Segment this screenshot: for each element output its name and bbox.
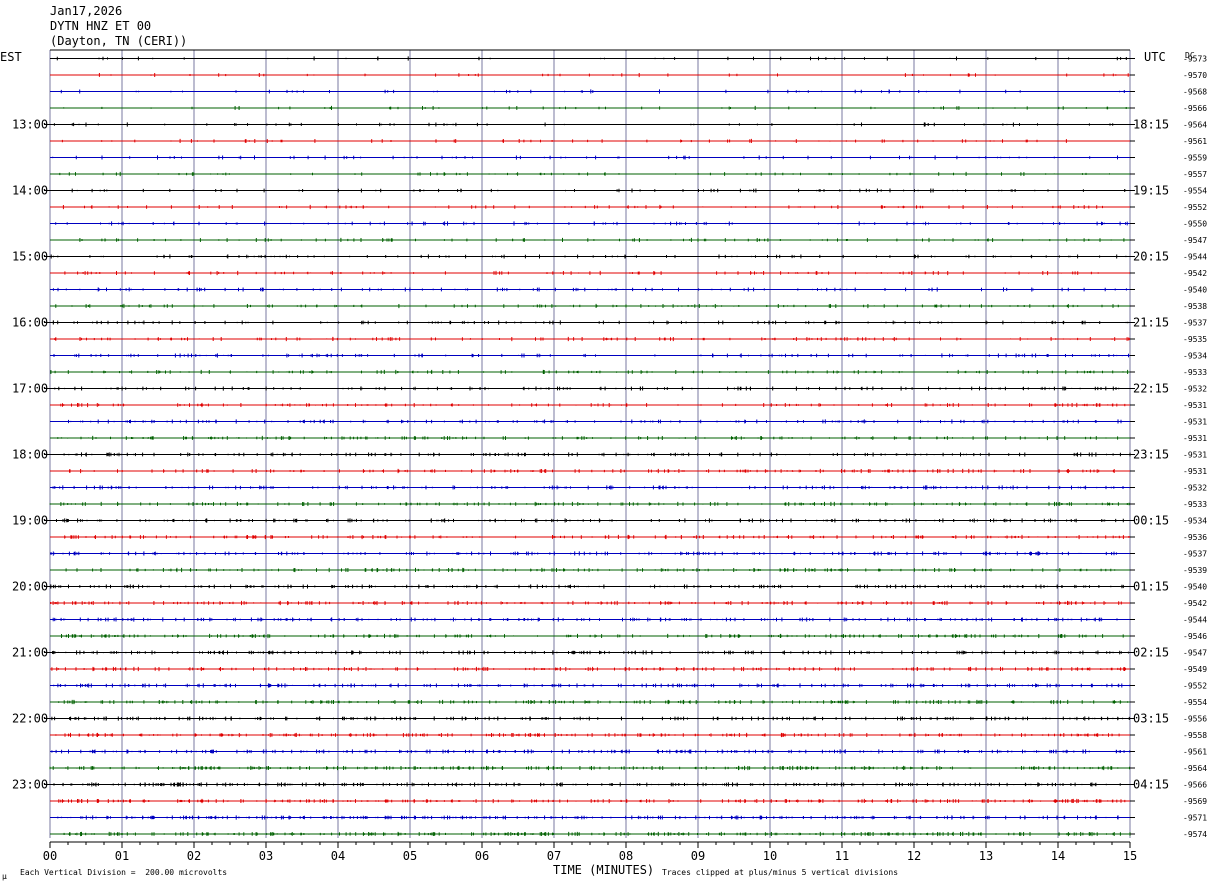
dc-offset-label: -9537 <box>1183 550 1207 559</box>
dc-offset-label: -9536 <box>1183 533 1207 542</box>
dc-offset-label: -9540 <box>1183 286 1207 295</box>
clip-note: Traces clipped at plus/minus 5 vertical … <box>662 868 899 877</box>
dc-offset-label: -9544 <box>1183 253 1207 262</box>
dc-offset-label: -9532 <box>1183 484 1207 493</box>
dc-offset-label: -9574 <box>1183 830 1207 839</box>
est-hour-label: 16:00 <box>12 316 48 330</box>
dc-offset-label: -9531 <box>1183 467 1207 476</box>
utc-hour-label: 20:15 <box>1133 250 1169 264</box>
est-hour-label: 17:00 <box>12 382 48 396</box>
dc-offset-label: -9566 <box>1183 104 1207 113</box>
dc-offset-label: -9531 <box>1183 401 1207 410</box>
dc-offset-label: -9564 <box>1183 121 1207 130</box>
est-hour-label: 13:00 <box>12 118 48 132</box>
x-tick-label: 09 <box>691 849 705 863</box>
x-tick-label: 08 <box>619 849 633 863</box>
x-tick-label: 06 <box>475 849 489 863</box>
utc-hour-label: 18:15 <box>1133 118 1169 132</box>
dc-offset-label: -9550 <box>1183 220 1207 229</box>
x-tick-label: 05 <box>403 849 417 863</box>
utc-hour-label: 19:15 <box>1133 184 1169 198</box>
est-hour-label: 21:00 <box>12 646 48 660</box>
est-hour-label: 15:00 <box>12 250 48 264</box>
utc-hour-label: 01:15 <box>1133 580 1169 594</box>
dc-offset-label: -9556 <box>1183 715 1207 724</box>
x-tick-label: 12 <box>907 849 921 863</box>
dc-offset-label: -9568 <box>1183 88 1207 97</box>
dc-offset-label: -9557 <box>1183 170 1207 179</box>
dc-offset-label: -9531 <box>1183 434 1207 443</box>
utc-hour-label: 22:15 <box>1133 382 1169 396</box>
scale-note: Each Vertical Division = 200.00 microvol… <box>20 868 228 877</box>
x-tick-label: 03 <box>259 849 273 863</box>
dc-offset-label: -9547 <box>1183 236 1207 245</box>
x-tick-label: 01 <box>115 849 129 863</box>
utc-hour-label: 23:15 <box>1133 448 1169 462</box>
dc-offset-label: -9535 <box>1183 335 1207 344</box>
dc-offset-label: -9559 <box>1183 154 1207 163</box>
dc-offset-label: -9537 <box>1183 319 1207 328</box>
utc-hour-label: 00:15 <box>1133 514 1169 528</box>
dc-offset-label: -9566 <box>1183 781 1207 790</box>
dc-offset-label: -9570 <box>1183 71 1207 80</box>
est-hour-label: 23:00 <box>12 778 48 792</box>
dc-offset-label: -9564 <box>1183 764 1207 773</box>
dc-offset-label: -9539 <box>1183 566 1207 575</box>
utc-hour-label: 02:15 <box>1133 646 1169 660</box>
dc-offset-label: -9561 <box>1183 748 1207 757</box>
dc-offset-label: -9573 <box>1183 55 1207 64</box>
corner-mark: μ <box>2 872 7 881</box>
dc-offset-label: -9552 <box>1183 203 1207 212</box>
helicorder-chart: -9573 -9570 -9568 -9566 -9564 -9561 -9559 -9557… <box>12 49 1207 863</box>
x-tick-label: 00 <box>43 849 57 863</box>
dc-offset-label: -9533 <box>1183 368 1207 377</box>
dc-offset-label: -9571 <box>1183 814 1207 823</box>
dc-offset-label: -9531 <box>1183 451 1207 460</box>
est-hour-label: 14:00 <box>12 184 48 198</box>
x-tick-label: 15 <box>1123 849 1137 863</box>
dc-offset-label: -9549 <box>1183 665 1207 674</box>
x-tick-label: 11 <box>835 849 849 863</box>
x-tick-label: 07 <box>547 849 561 863</box>
dc-offset-label: -9552 <box>1183 682 1207 691</box>
x-tick-label: 13 <box>979 849 993 863</box>
dc-offset-label: -9532 <box>1183 385 1207 394</box>
utc-hour-label: 21:15 <box>1133 316 1169 330</box>
dc-offset-label: -9558 <box>1183 731 1207 740</box>
dc-offset-label: -9546 <box>1183 632 1207 641</box>
dc-offset-label: -9569 <box>1183 797 1207 806</box>
x-tick-label: 02 <box>187 849 201 863</box>
dc-offset-label: -9540 <box>1183 583 1207 592</box>
utc-hour-label: 04:15 <box>1133 778 1169 792</box>
dc-offset-label: -9533 <box>1183 500 1207 509</box>
x-axis-label: TIME (MINUTES) <box>553 863 655 877</box>
dc-offset-label: -9542 <box>1183 599 1207 608</box>
est-hour-label: 20:00 <box>12 580 48 594</box>
est-hour-label: 22:00 <box>12 712 48 726</box>
dc-offset-label: -9554 <box>1183 187 1207 196</box>
dc-offset-label: -9538 <box>1183 302 1207 311</box>
est-hour-label: 18:00 <box>12 448 48 462</box>
x-tick-label: 10 <box>763 849 777 863</box>
dc-offset-label: -9542 <box>1183 269 1207 278</box>
dc-offset-label: -9561 <box>1183 137 1207 146</box>
dc-offset-label: -9554 <box>1183 698 1207 707</box>
utc-hour-label: 03:15 <box>1133 712 1169 726</box>
est-hour-label: 19:00 <box>12 514 48 528</box>
dc-offset-label: -9544 <box>1183 616 1207 625</box>
dc-offset-label: -9531 <box>1183 418 1207 427</box>
x-tick-label: 04 <box>331 849 345 863</box>
dc-offset-label: -9534 <box>1183 352 1207 361</box>
dc-offset-label: -9547 <box>1183 649 1207 658</box>
dc-offset-label: -9534 <box>1183 517 1207 526</box>
x-tick-label: 14 <box>1051 849 1065 863</box>
